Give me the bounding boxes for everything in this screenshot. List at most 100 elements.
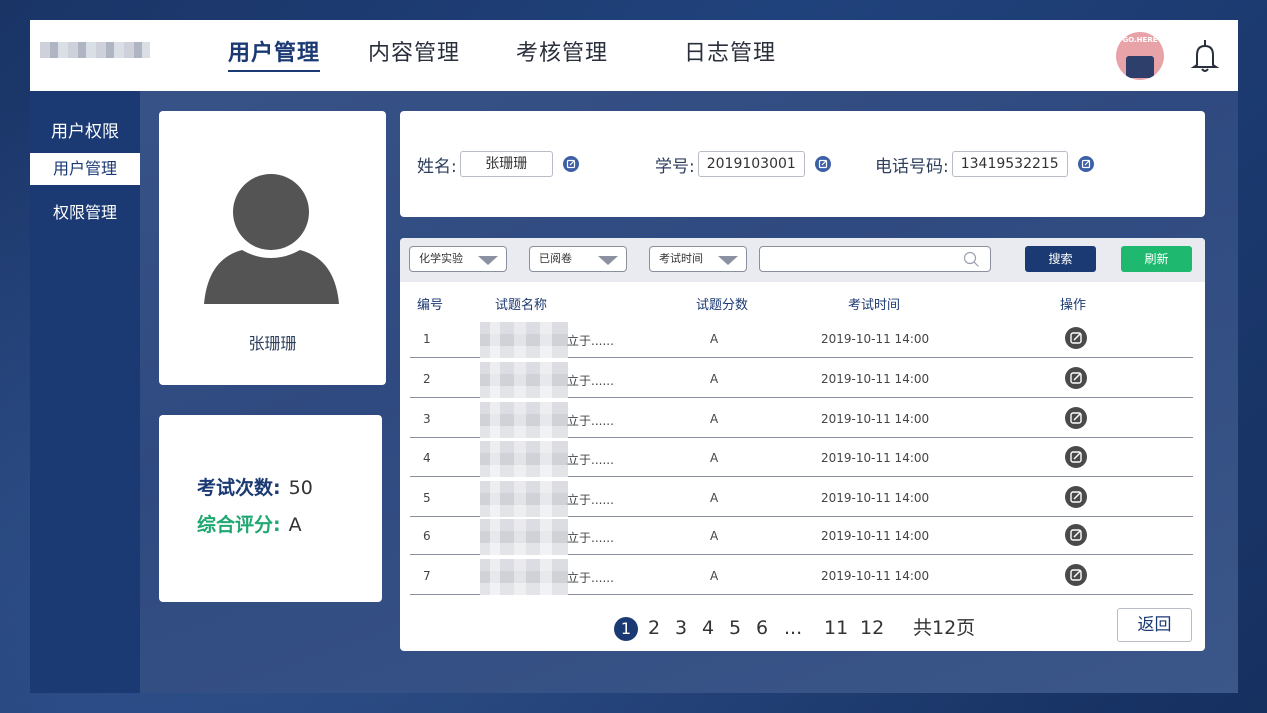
stats-card: 考试次数: 50 综合评分: A: [159, 415, 382, 602]
table-row: 1 立于...... A 2019-10-11 14:00: [410, 319, 1193, 358]
table-row: 4 立于...... A 2019-10-11 14:00: [410, 438, 1193, 477]
cell-score: A: [710, 332, 719, 346]
page-link[interactable]: 5: [729, 615, 741, 641]
redacted-thumbnail: [480, 322, 568, 358]
user-avatar[interactable]: GO.HERE: [1116, 32, 1164, 80]
nav-content-management[interactable]: 内容管理: [368, 20, 460, 91]
cell-id: 7: [423, 569, 431, 583]
cell-id: 5: [423, 491, 431, 505]
page-link[interactable]: 12: [860, 615, 884, 641]
cell-id: 3: [423, 412, 431, 426]
redacted-thumbnail: [480, 481, 568, 517]
status-dropdown-value: 已阅卷: [539, 252, 572, 265]
student-id-field: 学号: 2019103001: [655, 151, 831, 177]
column-header-id: 编号: [417, 298, 444, 313]
cell-time: 2019-10-11 14:00: [821, 529, 930, 543]
nav-exam-management[interactable]: 考核管理: [516, 20, 608, 91]
edit-icon[interactable]: [1065, 327, 1087, 349]
redacted-thumbnail: [480, 362, 568, 398]
bell-icon[interactable]: [1190, 36, 1220, 74]
cell-score: A: [710, 569, 719, 583]
search-icon[interactable]: [963, 251, 980, 268]
phone-label: 电话号码:: [875, 156, 949, 177]
edit-icon[interactable]: [1065, 486, 1087, 508]
page-link[interactable]: 2: [648, 615, 660, 641]
edit-id-icon[interactable]: [814, 156, 831, 172]
cell-time: 2019-10-11 14:00: [821, 372, 930, 386]
cell-time: 2019-10-11 14:00: [821, 451, 930, 465]
edit-icon[interactable]: [1065, 564, 1087, 586]
edit-icon[interactable]: [1065, 367, 1087, 389]
chevron-down-icon: [598, 256, 618, 265]
name-input[interactable]: 张珊珊: [459, 151, 553, 177]
edit-name-icon[interactable]: [562, 156, 579, 172]
edit-phone-icon[interactable]: [1077, 156, 1094, 172]
redacted-thumbnail: [480, 519, 568, 555]
search-input[interactable]: [766, 248, 956, 270]
page-link[interactable]: 6: [756, 615, 768, 641]
cell-name: 立于......: [567, 414, 614, 428]
cell-time: 2019-10-11 14:00: [821, 332, 930, 346]
cell-id: 1: [423, 332, 431, 346]
column-header-time: 考试时间: [848, 298, 901, 313]
cell-score: A: [710, 529, 719, 543]
cell-name: 立于......: [567, 493, 614, 507]
exam-count-label: 考试次数:: [197, 477, 281, 499]
chevron-down-icon: [478, 256, 498, 265]
cell-name: 立于......: [567, 531, 614, 545]
sidebar-item-user-management[interactable]: 用户管理: [30, 153, 140, 185]
profile-name: 张珊珊: [248, 334, 297, 353]
page-current[interactable]: 1: [614, 617, 638, 641]
score-label: 综合评分:: [197, 514, 281, 536]
column-header-action: 操作: [1060, 298, 1087, 313]
name-field: 姓名: 张珊珊: [417, 151, 579, 177]
table-row: 7 立于...... A 2019-10-11 14:00: [410, 556, 1193, 595]
cell-id: 4: [423, 451, 431, 465]
pagination: 1 2 3 4 5 6 ... 11 12 共12页: [400, 615, 1205, 645]
student-id-input[interactable]: 2019103001: [697, 151, 805, 177]
cell-name: 立于......: [567, 571, 614, 585]
filter-toolbar: 化学实验 已阅卷 考试时间 搜索 刷新: [400, 238, 1205, 282]
phone-field: 电话号码: 13419532215: [875, 151, 1094, 177]
cell-id: 2: [423, 372, 431, 386]
exam-count-row: 考试次数: 50: [197, 473, 313, 500]
name-label: 姓名:: [417, 156, 457, 177]
cell-score: A: [710, 412, 719, 426]
sidebar: 用户权限 用户管理 权限管理: [30, 91, 140, 693]
avatar-text: GO.HERE: [1122, 36, 1158, 44]
subject-dropdown[interactable]: 化学实验: [409, 246, 507, 272]
column-header-score: 试题分数: [696, 298, 749, 313]
search-button[interactable]: 搜索: [1025, 246, 1096, 272]
nav-user-management[interactable]: 用户管理: [228, 20, 321, 91]
time-dropdown[interactable]: 考试时间: [649, 246, 747, 272]
page-link[interactable]: 4: [702, 615, 714, 641]
avatar-figure: [1126, 56, 1154, 78]
back-button[interactable]: 返回: [1117, 608, 1192, 642]
status-dropdown[interactable]: 已阅卷: [529, 246, 627, 272]
cell-time: 2019-10-11 14:00: [821, 491, 930, 505]
column-header-name: 试题名称: [495, 298, 548, 313]
sidebar-item-permission-management[interactable]: 权限管理: [30, 197, 140, 229]
nav-log-management[interactable]: 日志管理: [684, 20, 776, 91]
page-link[interactable]: 3: [675, 615, 687, 641]
phone-input[interactable]: 13419532215: [951, 151, 1068, 177]
app-window: 用户管理 内容管理 考核管理 日志管理 GO.HERE 用户权限 用户管理 权限…: [30, 20, 1238, 693]
user-silhouette-icon: [204, 174, 339, 304]
exam-count-value: 50: [288, 477, 313, 499]
redacted-thumbnail: [480, 441, 568, 477]
page-ellipsis: ...: [784, 617, 803, 639]
score-row: 综合评分: A: [197, 510, 302, 537]
subject-dropdown-value: 化学实验: [419, 252, 463, 265]
edit-icon[interactable]: [1065, 446, 1087, 468]
edit-icon[interactable]: [1065, 524, 1087, 546]
table-row: 6 立于...... A 2019-10-11 14:00: [410, 516, 1193, 555]
score-value: A: [288, 514, 302, 536]
cell-score: A: [710, 491, 719, 505]
refresh-button[interactable]: 刷新: [1121, 246, 1192, 272]
cell-score: A: [710, 451, 719, 465]
cell-name: 立于......: [567, 374, 614, 388]
page-link[interactable]: 11: [824, 615, 848, 641]
edit-icon[interactable]: [1065, 407, 1087, 429]
table-row: 2 立于...... A 2019-10-11 14:00: [410, 359, 1193, 398]
search-field[interactable]: [759, 246, 991, 272]
